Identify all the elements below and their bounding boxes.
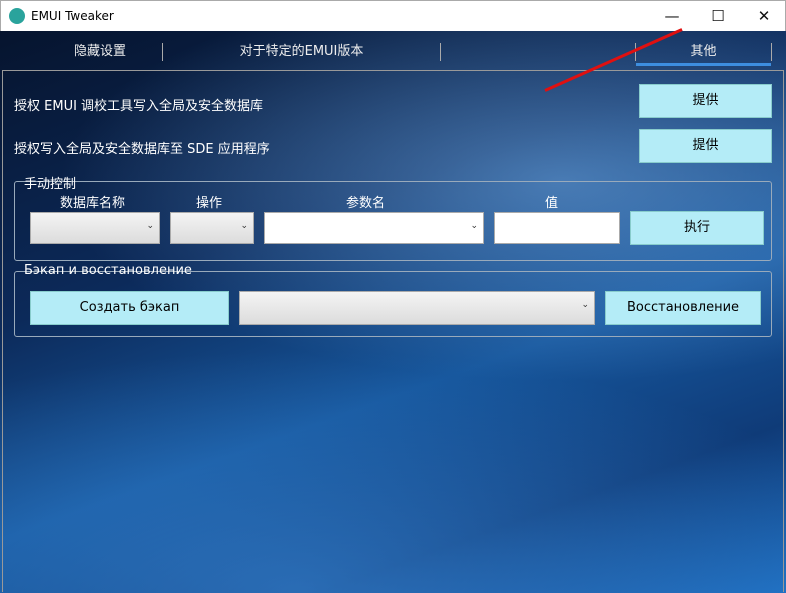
value-input[interactable]	[494, 212, 620, 244]
chevron-down-icon: ⌄	[470, 221, 478, 231]
grant-sde-label: 授权写入全局及安全数据库至 SDE 应用程序	[14, 142, 270, 157]
tab-divider	[771, 43, 772, 61]
restore-button[interactable]: Восстановление	[605, 291, 761, 325]
db-name-select[interactable]: ⌄	[30, 212, 160, 244]
manual-control-title: 手动控制	[24, 177, 77, 192]
tab-hidden-settings[interactable]: 隐藏设置	[40, 31, 160, 69]
param-name-select[interactable]: ⌄	[264, 212, 484, 244]
backup-select[interactable]: ⌄	[239, 291, 595, 325]
client-area: 隐藏设置 对于特定的EMUI版本 其他 授权 EMUI 调校工具写入全局及安全数…	[0, 28, 786, 593]
minimize-button[interactable]: —	[649, 1, 695, 32]
chevron-down-icon: ⌄	[146, 221, 154, 231]
backup-title: Бэкап и восстановление	[24, 263, 192, 278]
chevron-down-icon: ⌄	[581, 300, 589, 310]
value-label: 值	[545, 196, 559, 211]
operation-label: 操作	[196, 196, 223, 211]
tab-emui-version[interactable]: 对于特定的EMUI版本	[163, 31, 440, 69]
operation-select[interactable]: ⌄	[170, 212, 254, 244]
maximize-button[interactable]: ☐	[695, 1, 741, 32]
window-title: EMUI Tweaker	[31, 9, 114, 23]
execute-button[interactable]: 执行	[630, 211, 764, 245]
grant-sde-button[interactable]: 提供	[639, 129, 772, 163]
tab-divider	[440, 43, 441, 61]
param-name-label: 参数名	[346, 196, 386, 211]
db-name-label: 数据库名称	[60, 196, 126, 211]
title-bar: EMUI Tweaker — ☐ ✕	[0, 0, 786, 31]
grant-emui-label: 授权 EMUI 调校工具写入全局及安全数据库	[14, 99, 264, 114]
grant-emui-button[interactable]: 提供	[639, 84, 772, 118]
app-icon	[9, 8, 25, 24]
chevron-down-icon: ⌄	[240, 221, 248, 231]
create-backup-button[interactable]: Создать бэкап	[30, 291, 229, 325]
active-tab-indicator	[636, 63, 771, 66]
close-button[interactable]: ✕	[741, 1, 786, 32]
